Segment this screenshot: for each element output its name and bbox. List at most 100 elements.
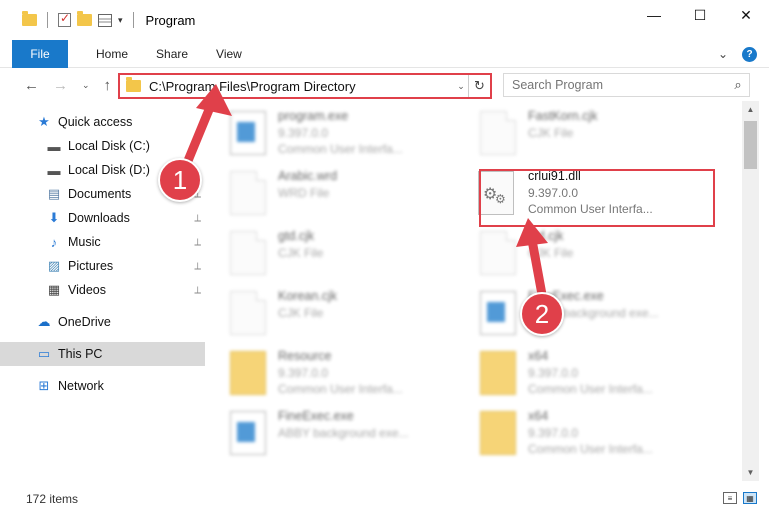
- file-detail: Common User Interfa...: [278, 382, 403, 396]
- properties-check-icon[interactable]: [58, 11, 71, 27]
- sidebar-item-onedrive[interactable]: ☁ OneDrive: [0, 310, 205, 334]
- file-name: gtd.cjk: [278, 229, 315, 243]
- sidebar-item-label: OneDrive: [58, 315, 111, 329]
- document-icon: [230, 231, 266, 275]
- sidebar-item-quick-access[interactable]: ★ Quick access: [0, 110, 205, 134]
- sidebar-item-label: Videos: [68, 283, 106, 297]
- file-name: program.exe: [278, 109, 349, 123]
- customize-toolbar-icon[interactable]: ▾: [118, 15, 123, 26]
- sidebar-item-this-pc[interactable]: ▭ This PC: [0, 342, 205, 366]
- sidebar-item-local-disk-c[interactable]: ▬ Local Disk (C:): [0, 134, 205, 158]
- document-icon: [230, 171, 266, 215]
- star-icon: ★: [38, 114, 50, 129]
- file-detail: Common User Interfa...: [278, 142, 403, 156]
- application-icon: [230, 411, 266, 455]
- file-item[interactable]: Korean.cjk CJK File: [210, 281, 450, 339]
- address-path[interactable]: C:\Program Files\Program Directory: [149, 79, 454, 94]
- expand-ribbon-icon[interactable]: ⌄: [718, 47, 728, 62]
- file-name: Korean.cjk: [278, 289, 338, 303]
- minimize-button[interactable]: —: [631, 0, 677, 30]
- tab-file[interactable]: File: [12, 39, 68, 68]
- file-item[interactable]: ktd.cjk CJK File: [460, 221, 700, 279]
- search-icon[interactable]: ⌕: [727, 77, 749, 93]
- pin-icon[interactable]: ⟂: [194, 285, 201, 296]
- document-icon: [480, 231, 516, 275]
- file-item[interactable]: x64 9.397.0.0 Common User Interfa...: [460, 341, 700, 399]
- sidebar-item-music[interactable]: ♪ Music ⟂: [0, 230, 205, 254]
- address-dropdown-icon[interactable]: ⌄: [454, 81, 468, 92]
- file-name: Resource: [278, 349, 332, 363]
- folder-icon: [480, 411, 516, 455]
- annotation-marker-1: 1: [158, 158, 202, 202]
- scroll-up-icon[interactable]: ▲: [742, 101, 759, 118]
- tiles-view-icon[interactable]: ▦: [743, 492, 757, 504]
- file-name: Arabic.wrd: [278, 169, 338, 183]
- folder-icon: [230, 351, 266, 395]
- file-detail: CJK File: [278, 246, 324, 260]
- sidebar-item-label: Local Disk (C:): [68, 139, 150, 153]
- pin-icon[interactable]: ⟂: [194, 213, 201, 224]
- back-icon[interactable]: ←: [24, 77, 39, 94]
- recent-locations-icon[interactable]: ⌄: [82, 80, 90, 91]
- search-box[interactable]: ⌕: [503, 73, 750, 97]
- file-item[interactable]: Resource 9.397.0.0 Common User Interfa...: [210, 341, 450, 399]
- sidebar-item-label: Local Disk (D:): [68, 163, 150, 177]
- item-count: 172 items: [26, 492, 79, 506]
- file-name: x64: [528, 409, 549, 423]
- file-item[interactable]: x64 9.397.0.0 Common User Interfa...: [460, 401, 700, 459]
- scroll-thumb[interactable]: [744, 121, 757, 169]
- file-name: ktd.cjk: [528, 229, 564, 243]
- file-detail: ABBY background exe...: [278, 426, 409, 440]
- computer-icon: ▭: [37, 346, 51, 361]
- sidebar-item-videos[interactable]: ▦ Videos ⟂: [0, 278, 205, 302]
- sidebar-item-pictures[interactable]: ▨ Pictures ⟂: [0, 254, 205, 278]
- sidebar-item-label: Quick access: [58, 115, 133, 129]
- folder-icon[interactable]: [22, 11, 37, 26]
- close-button[interactable]: ✕: [723, 0, 769, 30]
- music-icon: ♪: [50, 234, 58, 250]
- quick-access-toolbar: ▾: [0, 0, 138, 40]
- status-bar: 172 items ≡ ▦: [0, 488, 769, 510]
- file-detail: 9.397.0.0: [528, 426, 579, 440]
- help-icon[interactable]: ?: [742, 47, 757, 62]
- tab-home[interactable]: Home: [82, 47, 142, 61]
- forward-icon[interactable]: →: [53, 77, 68, 94]
- file-item[interactable]: Arabic.wrd WRD File: [210, 161, 450, 219]
- file-item[interactable]: gtd.cjk CJK File: [210, 221, 450, 279]
- file-item[interactable]: FineExec.exe ABBY background exe...: [460, 281, 700, 339]
- file-item[interactable]: program.exe 9.397.0.0 Common User Interfa.…: [210, 101, 450, 159]
- file-item[interactable]: FastKorn.cjk CJK File: [460, 101, 700, 159]
- file-detail: 9.397.0.0: [278, 366, 329, 380]
- scroll-down-icon[interactable]: ▼: [742, 464, 759, 481]
- new-folder-icon[interactable]: [77, 11, 92, 26]
- sidebar-item-downloads[interactable]: ⬇ Downloads ⟂: [0, 206, 205, 230]
- refresh-icon[interactable]: ↻: [468, 75, 490, 97]
- videos-icon: ▦: [47, 282, 61, 297]
- vertical-scrollbar[interactable]: ▲ ▼: [742, 101, 759, 481]
- file-name: x64: [528, 349, 549, 363]
- address-bar[interactable]: C:\Program Files\Program Directory ⌄ ↻: [118, 73, 492, 99]
- search-input[interactable]: [504, 78, 727, 92]
- details-view-icon[interactable]: ≡: [723, 492, 737, 504]
- tab-view[interactable]: View: [202, 47, 256, 61]
- cloud-icon: ☁: [37, 314, 51, 329]
- highlight-box: [479, 169, 715, 227]
- up-icon[interactable]: ↑: [104, 77, 112, 94]
- toolbar-separator: [47, 12, 48, 28]
- file-item[interactable]: FineExec.exe ABBY background exe...: [210, 401, 450, 459]
- pin-icon[interactable]: ⟂: [194, 261, 201, 272]
- sidebar-item-label: Downloads: [68, 211, 130, 225]
- maximize-button[interactable]: ☐: [677, 0, 723, 30]
- pictures-icon: ▨: [47, 258, 61, 273]
- window-controls: — ☐ ✕: [631, 0, 769, 30]
- document-icon: [230, 291, 266, 335]
- pin-icon[interactable]: ⟂: [194, 237, 201, 248]
- folder-icon: [480, 351, 516, 395]
- application-icon: [480, 291, 516, 335]
- application-icon: [230, 111, 266, 155]
- sidebar-item-label: Pictures: [68, 259, 114, 273]
- sidebar-item-network[interactable]: ⊞ Network: [0, 374, 205, 398]
- tab-share[interactable]: Share: [142, 47, 202, 61]
- properties-icon[interactable]: [98, 13, 112, 27]
- file-detail: Common User Interfa...: [528, 442, 653, 456]
